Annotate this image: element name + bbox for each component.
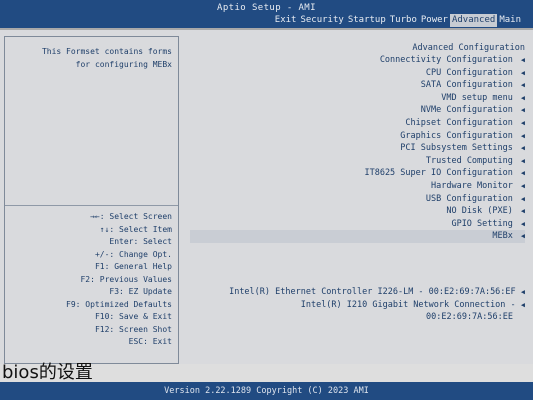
- menu-item-chipset[interactable]: Chipset Configuration ◀: [190, 117, 525, 130]
- key-enter: Enter: Select: [109, 237, 172, 246]
- menu-item-cpu[interactable]: CPU Configuration ◀: [190, 67, 525, 80]
- menu-item-pci[interactable]: PCI Subsystem Settings ◀: [190, 142, 525, 155]
- image-caption: bios的设置: [2, 362, 93, 383]
- help-text: This Formset contains forms for configur…: [2, 45, 172, 71]
- help-line: for configuring MEBx: [75, 60, 172, 69]
- menu-item-label: GPIO Setting: [451, 218, 513, 229]
- tab-power[interactable]: Power: [419, 14, 450, 27]
- menu-item-label: USB Configuration: [425, 193, 513, 204]
- menu-pane: Advanced Configuration Connectivity Conf…: [184, 36, 529, 364]
- tab-bar: Exit Security Startup Turbo Power Advanc…: [273, 14, 523, 27]
- key-f9: F9: Optimized Defaults: [66, 299, 172, 309]
- version-text: Version 2.22.1289 Copyright (C) 2023 AMI: [164, 386, 369, 396]
- tab-main[interactable]: Main: [497, 14, 523, 27]
- device-label: Intel(R) I210 Gigabit Network Connection…: [300, 299, 516, 310]
- device-i210-mac: 00:E2:69:7A:56:EE: [185, 311, 525, 324]
- menu-item-label: VMD setup menu: [441, 92, 513, 103]
- menu-item-label: Chipset Configuration: [405, 117, 513, 128]
- submenu-arrow-icon: ◀: [520, 81, 525, 90]
- key-f2: F2: Previous Values: [80, 274, 172, 284]
- submenu-arrow-icon: ◀: [520, 93, 525, 102]
- key-f12: F12: Screen Shot: [94, 324, 172, 334]
- key-esc: ESC: Exit: [128, 337, 172, 346]
- tab-turbo[interactable]: Turbo: [388, 14, 419, 27]
- tab-startup[interactable]: Startup: [346, 14, 388, 27]
- menu-item-label: SATA Configuration: [420, 80, 513, 91]
- key-select-screen: →←: Select Screen: [90, 212, 172, 221]
- menu-item-label: PCI Subsystem Settings: [400, 143, 513, 154]
- footer-bar: Version 2.22.1289 Copyright (C) 2023 AMI: [0, 382, 533, 400]
- menu-item-label: NO Disk (PXE): [446, 206, 513, 217]
- submenu-arrow-icon: ◀: [520, 219, 525, 228]
- key-f3: F3: EZ Update: [109, 287, 172, 296]
- help-line: This Formset contains forms: [41, 47, 172, 56]
- key-select-item: ↑↓: Select Item: [99, 224, 172, 234]
- menu-item-mebx[interactable]: MEBx ◀: [190, 230, 525, 243]
- menu-header: Advanced Configuration: [412, 43, 525, 53]
- menu-item-gpio[interactable]: GPIO Setting ◀: [190, 218, 525, 231]
- menu-item-label: MEBx: [492, 231, 513, 242]
- advanced-menu: Connectivity Configuration ◀ CPU Configu…: [190, 54, 525, 243]
- main-panel: This Formset contains forms for configur…: [0, 30, 533, 364]
- device-ethernet-i226[interactable]: Intel(R) Ethernet Controller I226-LM - 0…: [185, 286, 525, 299]
- menu-item-usb[interactable]: USB Configuration ◀: [190, 193, 525, 206]
- menu-item-label: Graphics Configuration: [400, 130, 513, 141]
- menu-item-connectivity[interactable]: Connectivity Configuration ◀: [190, 54, 525, 67]
- menu-item-no-disk[interactable]: NO Disk (PXE) ◀: [190, 205, 525, 218]
- menu-item-label: NVMe Configuration: [420, 105, 513, 116]
- key-f10: F10: Save & Exit: [94, 312, 172, 321]
- key-legend: →←: Select Screen ↑↓: Select Item Enter:…: [2, 211, 172, 349]
- menu-item-graphics[interactable]: Graphics Configuration ◀: [190, 130, 525, 143]
- menu-item-nvme[interactable]: NVMe Configuration ◀: [190, 104, 525, 117]
- submenu-arrow-icon: ◀: [520, 131, 525, 140]
- menu-item-label: Connectivity Configuration: [379, 55, 513, 65]
- setup-title: Aptio Setup - AMI: [217, 3, 316, 13]
- tab-exit[interactable]: Exit: [273, 14, 299, 27]
- submenu-arrow-icon: ◀: [520, 181, 525, 190]
- submenu-arrow-icon: ◀: [520, 106, 525, 115]
- menu-item-sata[interactable]: SATA Configuration ◀: [190, 79, 525, 92]
- submenu-arrow-icon: ◀: [520, 207, 525, 216]
- submenu-arrow-icon: ◀: [520, 194, 525, 203]
- key-change-opt: +/-: Change Opt.: [94, 249, 172, 259]
- submenu-arrow-icon: ◀: [520, 118, 525, 127]
- tab-security[interactable]: Security: [298, 14, 345, 27]
- submenu-arrow-icon: ◀: [520, 169, 525, 178]
- device-i210[interactable]: Intel(R) I210 Gigabit Network Connection…: [185, 299, 525, 312]
- key-f1: F1: General Help: [94, 262, 172, 271]
- help-pane: This Formset contains forms for configur…: [4, 36, 179, 364]
- submenu-arrow-icon: ◀: [520, 288, 525, 296]
- menu-item-label: IT8625 Super IO Configuration: [364, 168, 513, 179]
- menu-item-vmd[interactable]: VMD setup menu ◀: [190, 92, 525, 105]
- menu-item-label: CPU Configuration: [425, 67, 513, 78]
- top-bar: Aptio Setup - AMI Exit Security Startup …: [0, 0, 533, 28]
- submenu-arrow-icon: ◀: [520, 68, 525, 77]
- help-divider: [5, 205, 178, 206]
- submenu-arrow-icon: ◀: [520, 156, 525, 165]
- menu-item-hardware-monitor[interactable]: Hardware Monitor ◀: [190, 180, 525, 193]
- device-label: Intel(R) Ethernet Controller I226-LM - 0…: [229, 287, 516, 297]
- device-mac: 00:E2:69:7A:56:EE: [426, 312, 513, 323]
- menu-item-trusted-computing[interactable]: Trusted Computing ◀: [190, 155, 525, 168]
- submenu-arrow-icon: ◀: [520, 56, 525, 64]
- submenu-arrow-icon: ◀: [520, 232, 525, 241]
- menu-item-label: Hardware Monitor: [430, 180, 513, 191]
- submenu-arrow-icon: ◀: [520, 144, 525, 153]
- tab-advanced[interactable]: Advanced: [449, 14, 498, 27]
- menu-item-super-io[interactable]: IT8625 Super IO Configuration ◀: [190, 167, 525, 180]
- menu-item-label: Trusted Computing: [425, 155, 513, 166]
- network-devices: Intel(R) Ethernet Controller I226-LM - 0…: [185, 286, 525, 324]
- submenu-arrow-icon: ◀: [520, 300, 525, 309]
